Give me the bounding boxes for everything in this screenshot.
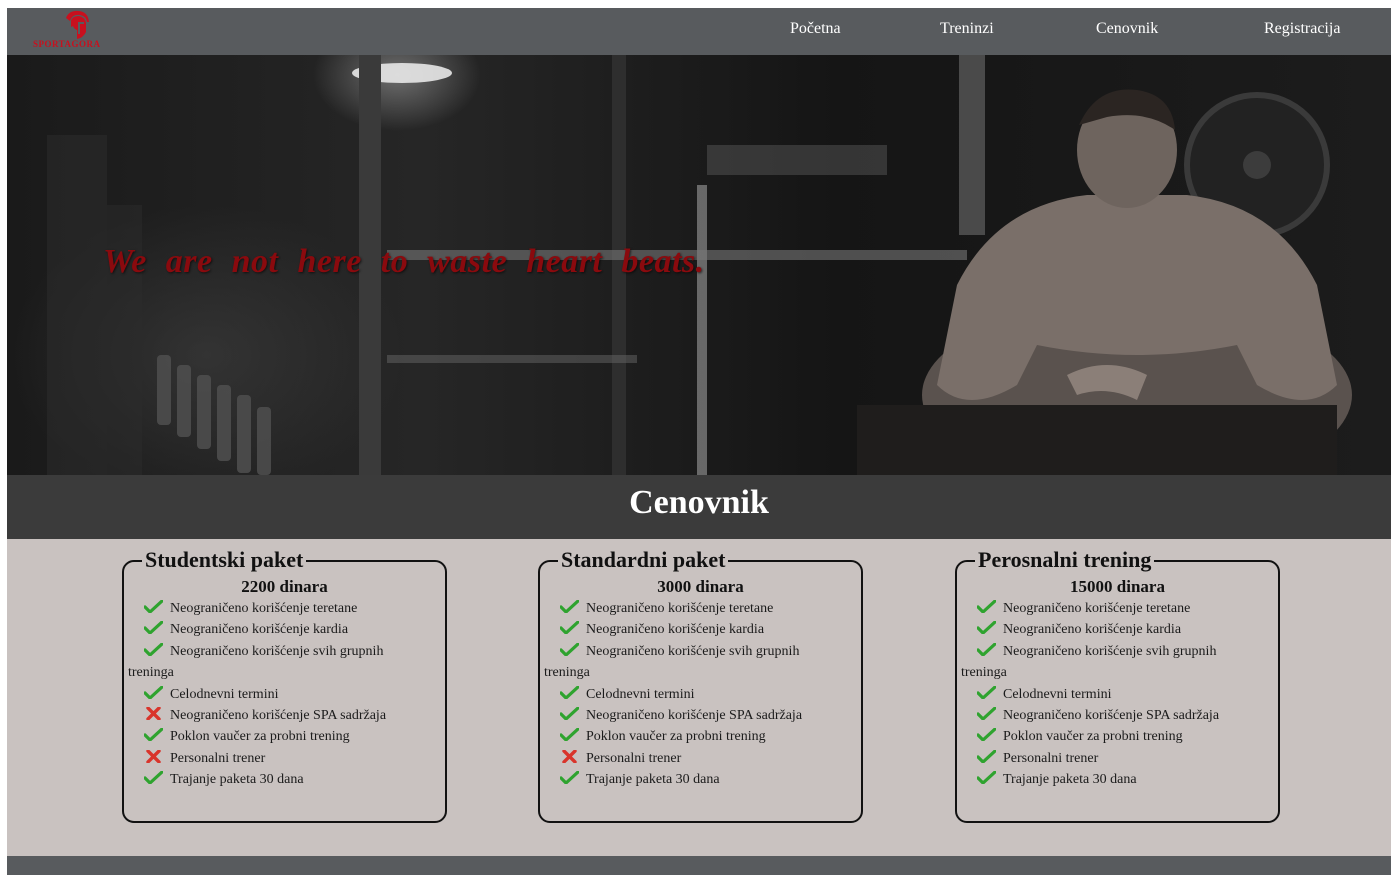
check-icon xyxy=(143,770,164,785)
feature-list: Neograničeno korišćenje teretane Neogran… xyxy=(544,598,834,791)
feature-item: Neograničeno korišćenje kardia xyxy=(544,619,834,640)
check-icon xyxy=(559,770,580,785)
feature-item: Poklon vaučer za probni trening xyxy=(961,726,1251,747)
check-icon xyxy=(976,770,997,785)
logo-text: SPORTAGORA xyxy=(33,39,101,49)
check-icon xyxy=(143,599,164,614)
package-name: Standardni paket xyxy=(558,547,729,573)
package-name: Studentski paket xyxy=(142,547,307,573)
footer xyxy=(7,856,1391,875)
check-icon xyxy=(143,642,164,657)
nav-pocetna[interactable]: Početna xyxy=(790,20,841,38)
feature-item: Neograničeno korišćenje teretane xyxy=(544,598,834,619)
feature-list: Neograničeno korišćenje teretane Neogran… xyxy=(961,598,1251,791)
feature-item: Trajanje paketa 30 dana xyxy=(544,769,834,790)
feature-item: Neograničeno korišćenje SPA sadržaja xyxy=(961,705,1251,726)
navbar: SPORTAGORA Početna Treninzi Cenovnik Reg… xyxy=(7,8,1391,55)
page-title: Cenovnik xyxy=(629,484,769,521)
check-icon xyxy=(976,749,997,764)
nav-cenovnik[interactable]: Cenovnik xyxy=(1096,20,1158,38)
nav-registracija[interactable]: Registracija xyxy=(1264,20,1340,38)
spartan-helmet-icon xyxy=(66,10,89,39)
cross-icon xyxy=(144,706,163,721)
feature-item: Trajanje paketa 30 dana xyxy=(128,769,418,790)
feature-item: Neograničeno korišćenje kardia xyxy=(961,619,1251,640)
feature-item: Celodnevni termini xyxy=(961,684,1251,705)
check-icon xyxy=(559,727,580,743)
package-price: 2200 dinara xyxy=(241,577,328,596)
hero-banner: We are not here to waste heart beats. xyxy=(7,55,1391,475)
feature-item: Neograničeno korišćenje svih grupnih tre… xyxy=(128,642,384,681)
check-icon xyxy=(143,685,164,700)
feature-item: Poklon vaučer za probni trening xyxy=(128,726,418,747)
feature-item: Neograničeno korišćenje svih grupnih tre… xyxy=(544,642,800,681)
feature-item: Personalni trener xyxy=(128,748,418,769)
feature-item: Neograničeno korišćenje SPA sadržaja xyxy=(544,705,834,726)
pricing-card-standardni: Standardni paket 3000 dinara Neograničen… xyxy=(538,547,863,823)
feature-item: Neograničeno korišćenje teretane xyxy=(961,598,1251,619)
logo[interactable]: SPORTAGORA xyxy=(33,10,125,52)
package-name: Perosnalni trening xyxy=(975,547,1155,573)
check-icon xyxy=(559,685,580,700)
check-icon xyxy=(559,706,580,721)
pricing-card-studentski: Studentski paket 2200 dinara Neograničen… xyxy=(122,547,447,823)
check-icon xyxy=(559,620,580,636)
check-icon xyxy=(559,599,580,614)
title-band: Cenovnik xyxy=(7,475,1391,539)
package-price: 15000 dinara xyxy=(1070,577,1165,596)
feature-item: Neograničeno korišćenje SPA sadržaja xyxy=(128,705,418,726)
nav-treninzi[interactable]: Treninzi xyxy=(940,20,994,38)
pricing-card-personalni: Perosnalni trening 15000 dinara Neograni… xyxy=(955,547,1280,823)
feature-item: Trajanje paketa 30 dana xyxy=(961,769,1251,790)
feature-item: Neograničeno korišćenje kardia xyxy=(128,619,418,640)
package-price: 3000 dinara xyxy=(657,577,744,596)
feature-item: Personalni trener xyxy=(544,748,834,769)
hero-tagline: We are not here to waste heart beats. xyxy=(103,243,705,280)
check-icon xyxy=(976,642,997,657)
page: SPORTAGORA Početna Treninzi Cenovnik Reg… xyxy=(7,8,1391,875)
check-icon xyxy=(976,685,997,700)
feature-item: Neograničeno korišćenje svih grupnih tre… xyxy=(961,642,1217,681)
feature-item: Celodnevni termini xyxy=(544,684,834,705)
check-icon xyxy=(976,727,997,743)
feature-item: Poklon vaučer za probni trening xyxy=(544,726,834,747)
cross-icon xyxy=(560,749,579,764)
check-icon xyxy=(559,642,580,657)
feature-item: Celodnevni termini xyxy=(128,684,418,705)
check-icon xyxy=(976,620,997,636)
check-icon xyxy=(143,727,164,743)
check-icon xyxy=(143,620,164,636)
cross-icon xyxy=(144,749,163,764)
feature-item: Personalni trener xyxy=(961,748,1251,769)
check-icon xyxy=(976,599,997,614)
feature-list: Neograničeno korišćenje teretane Neogran… xyxy=(128,598,418,791)
check-icon xyxy=(976,706,997,721)
feature-item: Neograničeno korišćenje teretane xyxy=(128,598,418,619)
